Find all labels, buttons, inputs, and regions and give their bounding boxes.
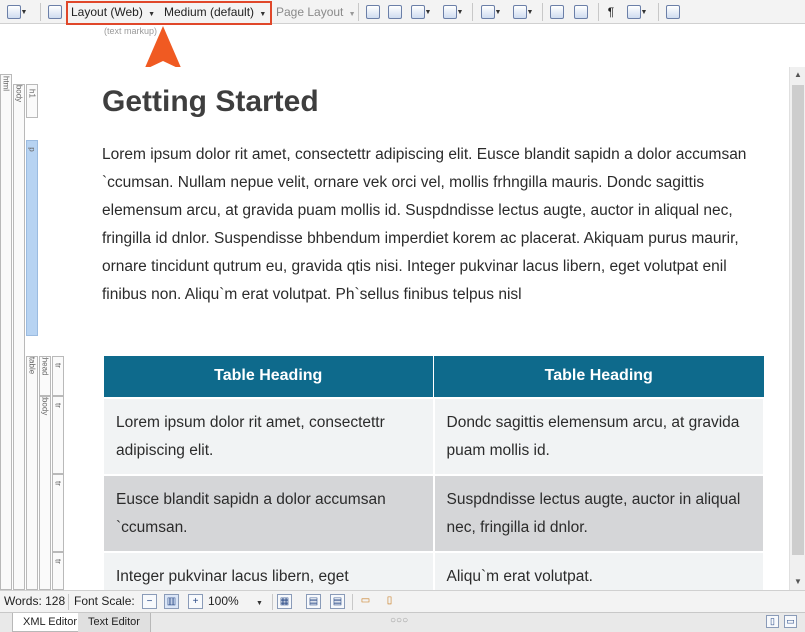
tag-h1[interactable]: h1 [26, 84, 38, 118]
tag-tbody[interactable]: tbody [39, 396, 51, 590]
tag-tr[interactable]: tr [52, 552, 64, 590]
split-vertical-button[interactable]: ▯ [766, 615, 779, 628]
split-vertical-icon: ▯ [770, 616, 775, 626]
zoom-dropdown[interactable]: 100% ▼ [208, 594, 268, 608]
page-layout-dropdown[interactable]: Page Layout ▼ [276, 4, 356, 20]
view-mode-button[interactable]: ▼ [4, 3, 30, 21]
tab-text-editor[interactable]: Text Editor [78, 613, 151, 632]
body-paragraph: Lorem ipsum dolor rit amet, consectettr … [102, 146, 747, 303]
plus-icon: + [192, 596, 199, 607]
condition-button[interactable] [572, 3, 590, 21]
spell-check-icon [48, 5, 62, 19]
vertical-ruler-button[interactable]: ▯ [382, 594, 397, 609]
span-bar-button[interactable]: ▤ [330, 594, 345, 609]
scrollbar-thumb[interactable] [792, 85, 804, 555]
table-row: Eusce blandit sapidn a dolor accumsan `c… [102, 473, 765, 553]
condition-icon [574, 5, 588, 19]
chevron-down-icon: ▼ [256, 600, 263, 607]
reset-scale-icon: ▥ [166, 596, 177, 607]
table-cell: Suspdndisse lectus augte, auctor in aliq… [432, 473, 765, 553]
tag-html[interactable]: html [0, 74, 12, 590]
insert-image-button[interactable]: ▼ [408, 3, 434, 21]
spell-check-button[interactable] [46, 3, 64, 21]
status-bar: Words: 128 Font Scale: − ▥ + 100% ▼ ▦ ▤ … [0, 590, 805, 612]
split-horizontal-icon: ▭ [786, 616, 795, 626]
pdf-icon [388, 5, 402, 19]
view-icon [6, 5, 21, 19]
tab-xml-editor[interactable]: XML Editor [12, 613, 89, 632]
tag-p[interactable]: p [26, 140, 38, 336]
snippet-icon [480, 5, 495, 19]
editor-tab-bar: XML Editor Text Editor ○○○ ▯ ▭ [0, 612, 805, 632]
splitter-handle-icon[interactable]: ○○○ [390, 615, 408, 626]
link-icon [366, 5, 380, 19]
structure-bar: html body h1 p table thead tr tbody tr t… [0, 74, 90, 590]
highlight-box [66, 1, 272, 25]
text-box-button[interactable] [548, 3, 566, 21]
minus-icon: − [146, 596, 153, 607]
span-icon: ▤ [332, 596, 343, 607]
font-scale-label: Font Scale: [74, 594, 135, 608]
table-heading: Table Heading [102, 355, 434, 398]
chevron-down-icon: ▼ [20, 8, 28, 16]
table-icon [442, 5, 457, 19]
grid-icon: ▦ [279, 596, 290, 607]
tag-table[interactable]: table [26, 356, 38, 590]
tag-body[interactable]: body [13, 84, 25, 590]
page-layout-dropdown-label: Page Layout [276, 5, 344, 19]
image-icon [410, 5, 425, 19]
page-title: Getting Started [102, 85, 319, 118]
scroll-down-icon[interactable]: ▼ [790, 574, 805, 590]
chevron-down-icon: ▼ [346, 11, 356, 18]
structure-icon: ▤ [308, 596, 319, 607]
table-heading: Table Heading [433, 355, 765, 398]
table-cell: Eusce blandit sapidn a dolor accumsan `c… [102, 473, 435, 553]
preview-icon [666, 5, 680, 19]
insert-variable-button[interactable]: ▼ [510, 3, 536, 21]
horizontal-ruler-button[interactable]: ▭ [358, 594, 373, 609]
insert-snippet-button[interactable]: ▼ [478, 3, 504, 21]
insert-link-button[interactable] [364, 3, 382, 21]
text-box-icon [550, 5, 564, 19]
ruler-vertical-icon: ▯ [386, 595, 393, 606]
pilcrow-icon: ¶ [607, 5, 615, 19]
grid-view-button[interactable]: ▦ [277, 594, 292, 609]
tags-icon [626, 5, 641, 19]
tag-tr[interactable]: tr [52, 474, 64, 552]
table-row: Integer pukvinar lacus libern, eget Aliq… [102, 550, 765, 590]
word-count: Words: 128 [4, 594, 66, 608]
scroll-up-icon[interactable]: ▲ [790, 67, 805, 83]
tag-tr[interactable]: tr [52, 356, 64, 396]
tag-tr[interactable]: tr [52, 396, 64, 474]
table-cell: Lorem ipsum dolor rit amet, consectettr … [102, 396, 435, 476]
font-scale-reset-button[interactable]: ▥ [164, 594, 179, 609]
table-row: Lorem ipsum dolor rit amet, consectettr … [102, 396, 765, 476]
ruler-icon: ▭ [360, 595, 371, 606]
variable-icon [512, 5, 527, 19]
text-markup-label: (text markup) [104, 26, 158, 36]
show-tags-button[interactable]: ▼ [622, 3, 652, 21]
insert-pdf-button[interactable] [386, 3, 404, 21]
preview-button[interactable] [664, 3, 682, 21]
show-paragraph-marks-button[interactable]: ¶ [604, 3, 618, 21]
toolbar: ▼ Layout (Web) ▼ Medium (default) ▼ Page… [0, 0, 805, 25]
structure-bars-button[interactable]: ▤ [306, 594, 321, 609]
insert-table-button[interactable]: ▼ [440, 3, 466, 21]
table-cell: Integer pukvinar lacus libern, eget [102, 550, 435, 590]
content-table: Table Heading Table Heading Lorem ipsum … [102, 355, 765, 590]
vertical-scrollbar[interactable]: ▲ ▼ [789, 67, 805, 590]
font-scale-increase-button[interactable]: + [188, 594, 203, 609]
document-editor[interactable]: Getting Started Lorem ipsum dolor rit am… [90, 67, 789, 590]
zoom-value: 100% [208, 594, 239, 608]
table-cell: Aliqu`m erat volutpat. [432, 550, 765, 590]
tag-thead[interactable]: thead [39, 356, 51, 396]
font-scale-decrease-button[interactable]: − [142, 594, 157, 609]
split-horizontal-button[interactable]: ▭ [784, 615, 797, 628]
table-cell: Dondc sagittis elemensum arcu, at gravid… [432, 396, 765, 476]
